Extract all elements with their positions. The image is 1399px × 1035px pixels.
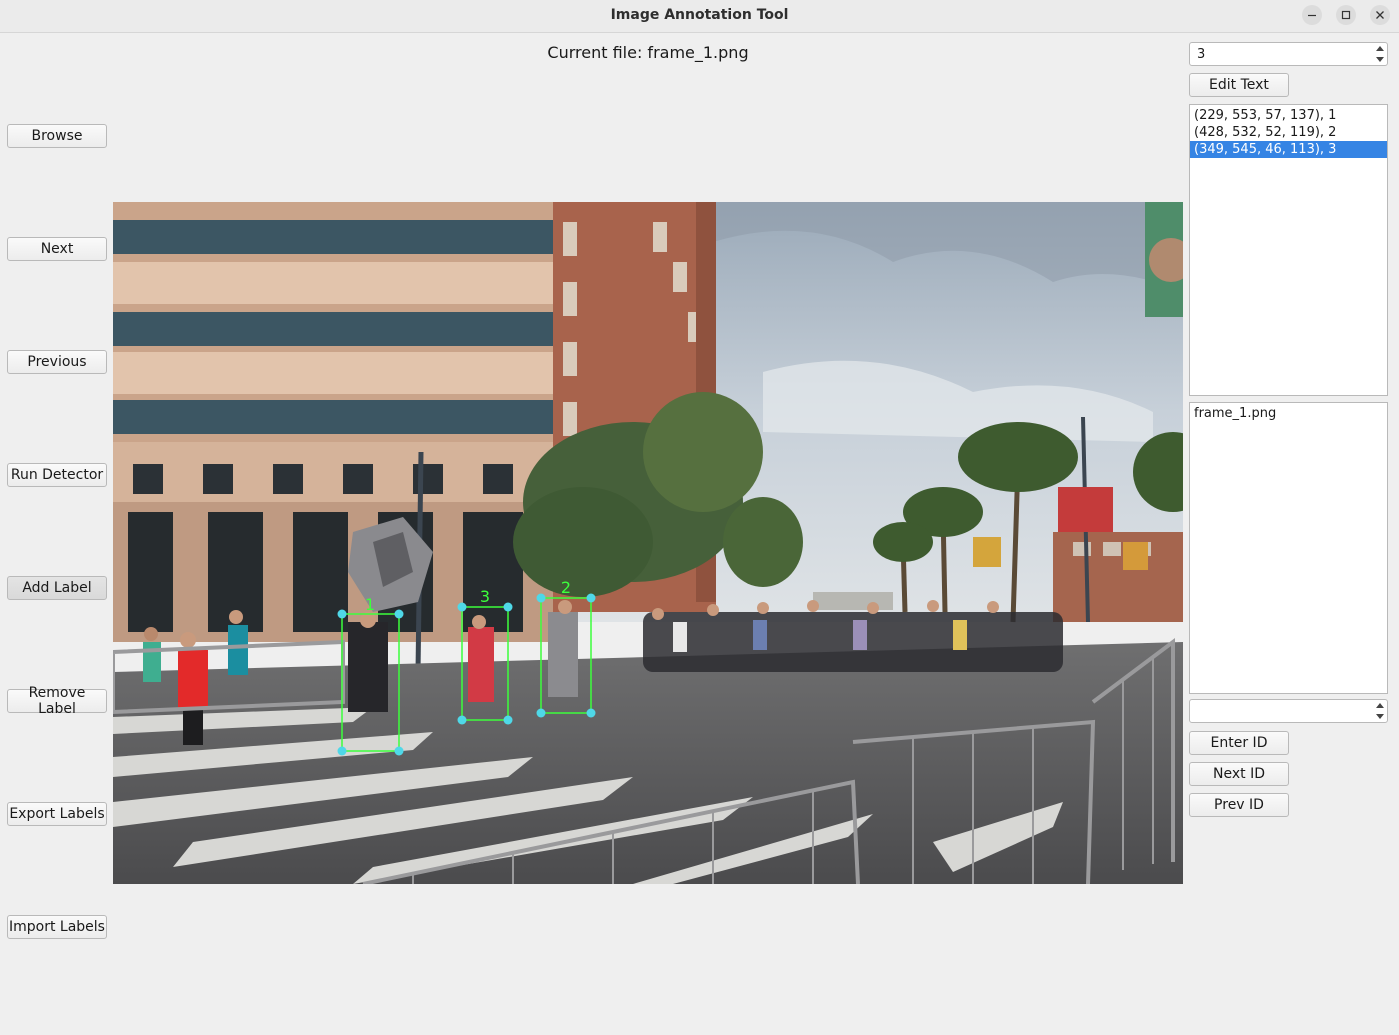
chevron-up-icon[interactable] (1376, 46, 1384, 51)
id-spinbox-input[interactable] (1190, 700, 1368, 722)
spin-arrows[interactable] (1373, 700, 1387, 722)
remove-label-button[interactable]: Remove Label (7, 685, 107, 717)
image-canvas[interactable]: 1 2 3 (113, 202, 1183, 884)
label-spinbox[interactable] (1189, 42, 1388, 66)
label-spinbox-input[interactable] (1190, 43, 1368, 65)
run-detector-button[interactable]: Run Detector (7, 463, 107, 487)
current-file-label: Current file: frame_1.png (547, 43, 749, 62)
import-labels-button[interactable]: Import Labels (7, 915, 107, 939)
id-spinbox[interactable] (1189, 699, 1388, 723)
window-title: Image Annotation Tool (610, 7, 789, 23)
close-icon (1376, 11, 1384, 19)
browse-button[interactable]: Browse (7, 124, 107, 148)
list-item[interactable]: (229, 553, 57, 137), 1 (1190, 107, 1387, 124)
previous-button[interactable]: Previous (7, 350, 107, 374)
chevron-down-icon[interactable] (1376, 714, 1384, 719)
list-item-selected[interactable]: (349, 545, 46, 113), 3 (1190, 141, 1387, 158)
maximize-button[interactable] (1336, 5, 1356, 25)
export-labels-button[interactable]: Export Labels (7, 802, 107, 826)
list-item[interactable]: (428, 532, 52, 119), 2 (1190, 124, 1387, 141)
minimize-button[interactable] (1302, 5, 1322, 25)
add-label-button[interactable]: Add Label (7, 576, 107, 600)
bbox-id-label: 3 (480, 587, 490, 606)
title-bar: Image Annotation Tool (0, 0, 1399, 33)
street-scene-image: 1 2 3 (113, 202, 1183, 884)
prev-id-button[interactable]: Prev ID (1189, 793, 1289, 817)
enter-id-button[interactable]: Enter ID (1189, 731, 1289, 755)
edit-text-button[interactable]: Edit Text (1189, 73, 1289, 97)
next-button[interactable]: Next (7, 237, 107, 261)
bbox-id-label: 1 (365, 595, 375, 614)
file-list[interactable]: frame_1.png (1189, 402, 1388, 694)
bbox-id-label: 2 (561, 578, 571, 597)
next-id-button[interactable]: Next ID (1189, 762, 1289, 786)
annotation-list[interactable]: (229, 553, 57, 137), 1 (428, 532, 52, 11… (1189, 104, 1388, 396)
spin-arrows[interactable] (1373, 43, 1387, 65)
minimize-icon (1308, 14, 1316, 17)
maximize-icon (1341, 10, 1351, 20)
list-item[interactable]: frame_1.png (1190, 405, 1387, 422)
close-button[interactable] (1370, 5, 1390, 25)
chevron-down-icon[interactable] (1376, 57, 1384, 62)
chevron-up-icon[interactable] (1376, 703, 1384, 708)
